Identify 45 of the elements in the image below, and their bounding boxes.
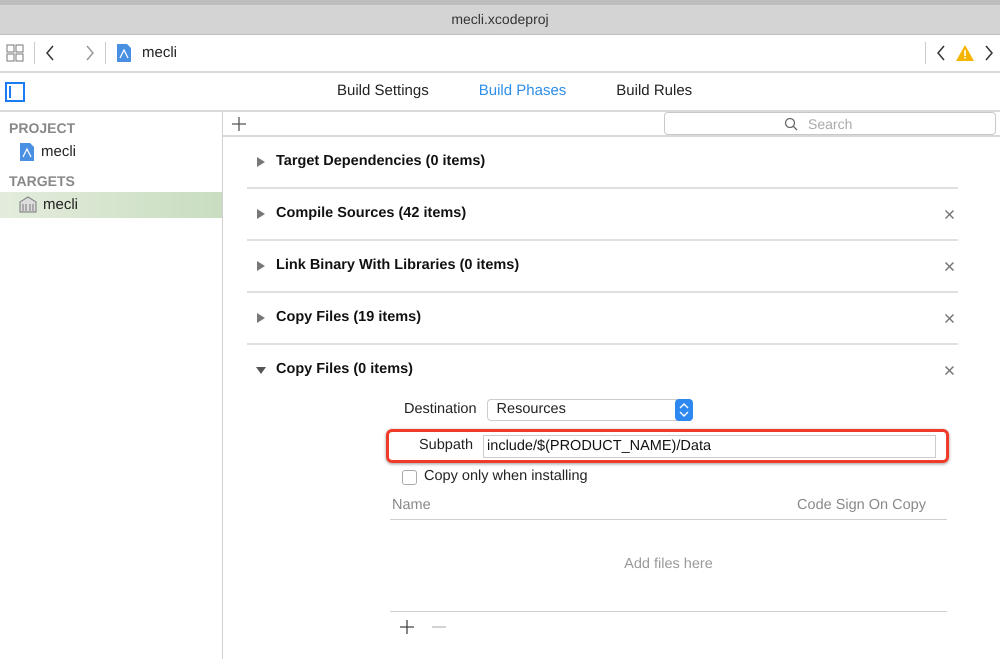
close-icon[interactable] [945, 262, 954, 270]
field-label: Destination [404, 400, 477, 420]
add-icon[interactable] [400, 620, 414, 634]
close-icon[interactable] [945, 314, 954, 322]
document-icon [19, 142, 35, 162]
section-heading: PROJECT [8, 119, 76, 138]
disclosure-triangle-icon[interactable] [256, 261, 266, 271]
close-icon[interactable] [945, 210, 954, 218]
stepper-icon [674, 399, 693, 421]
disclosure-triangle-icon[interactable] [256, 209, 266, 219]
add-icon[interactable] [232, 116, 246, 130]
sidebar-item[interactable]: mecli [0, 139, 222, 165]
column-header: Code Sign On Copy [797, 496, 926, 515]
column-header: Name [392, 496, 431, 515]
breadcrumb-item[interactable]: mecli [142, 42, 178, 64]
close-icon[interactable] [945, 366, 954, 374]
tab[interactable]: Build Rules [616, 80, 692, 103]
back-icon[interactable] [936, 45, 946, 61]
field-label: Subpath [419, 436, 474, 456]
destination-dropdown[interactable]: Resources [486, 399, 693, 421]
window-title: mecli.xcodeproj [451, 10, 549, 29]
sidebar-item-label: mecli [41, 142, 76, 162]
search-icon [784, 117, 798, 131]
subpath-field[interactable]: include/$(PRODUCT_NAME)/Data [483, 434, 936, 458]
forward-icon[interactable] [984, 45, 994, 61]
building-icon [19, 196, 37, 214]
sidebar-toggle-icon[interactable] [5, 82, 25, 102]
tab[interactable]: Build Settings [337, 80, 429, 103]
disclosure-triangle-icon[interactable] [256, 313, 266, 323]
search-field[interactable]: Search [664, 112, 996, 135]
checkbox-label: Copy only when installing [424, 467, 588, 486]
disclosure-triangle-icon[interactable] [256, 365, 266, 375]
disclosure-triangle-icon[interactable] [256, 157, 266, 167]
back-icon[interactable] [45, 45, 55, 61]
checkbox[interactable] [402, 470, 417, 484]
sidebar-item[interactable]: mecli [0, 192, 222, 218]
grid-icon[interactable] [6, 44, 24, 62]
document-icon [116, 43, 132, 63]
phase-title[interactable]: Link Binary With Libraries (0 items) [276, 255, 520, 277]
phase-title[interactable]: Copy Files (19 items) [276, 307, 422, 329]
phase-title[interactable]: Copy Files (0 items) [276, 359, 413, 381]
phase-title[interactable]: Target Dependencies (0 items) [276, 151, 486, 173]
phase-title[interactable]: Compile Sources (42 items) [276, 203, 466, 225]
sidebar-item-label: mecli [43, 194, 78, 215]
section-heading: TARGETS [8, 172, 76, 191]
